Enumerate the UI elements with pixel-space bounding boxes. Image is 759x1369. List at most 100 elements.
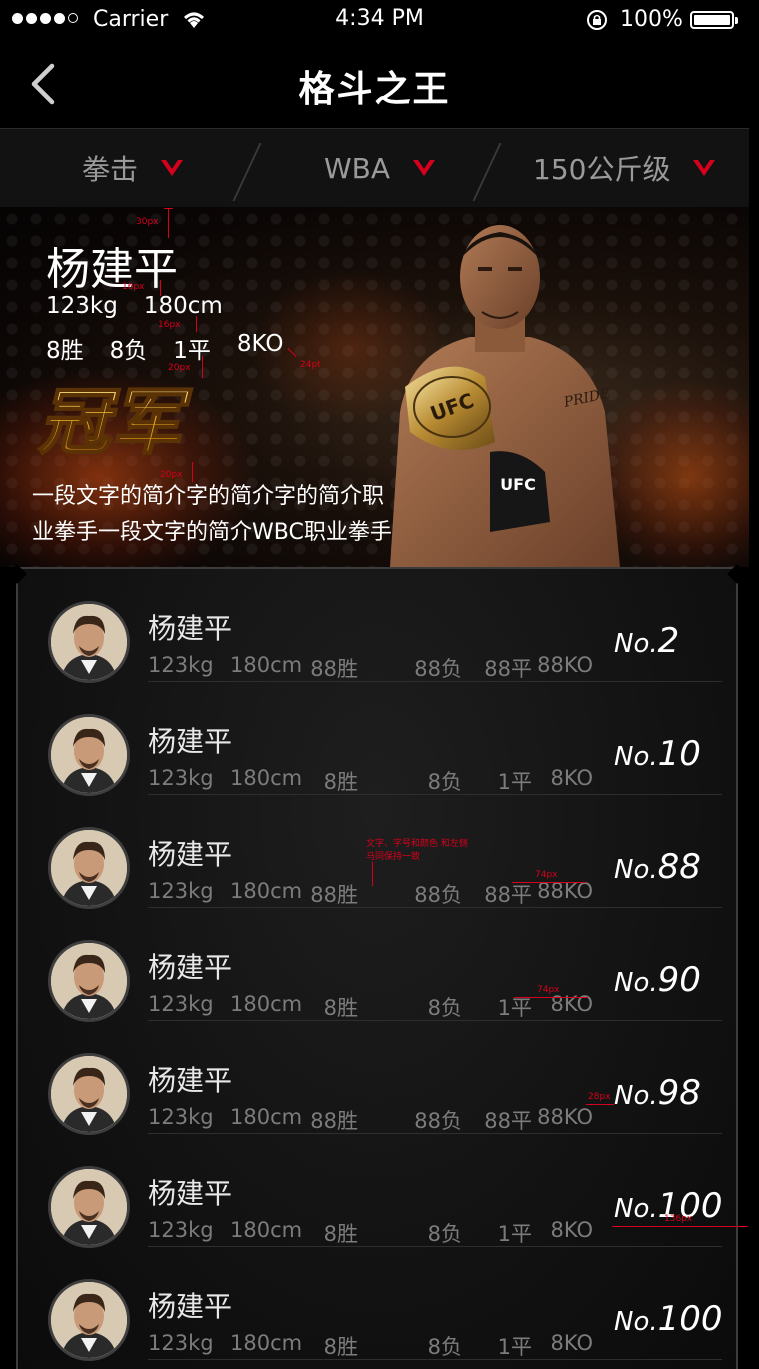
- fighter-height: 180cm: [230, 653, 303, 677]
- fighter-name: 杨建平: [148, 838, 233, 871]
- champion-badge: 冠军: [37, 379, 194, 463]
- divider: [232, 143, 262, 201]
- fighter-wins: 8胜: [323, 1222, 358, 1246]
- fighter-losses: 88负: [414, 883, 462, 907]
- rotation-lock-icon: [587, 10, 607, 30]
- rank-label: No.100: [614, 1299, 723, 1339]
- ufc-logo: UFC: [500, 475, 536, 494]
- rank-number: 2: [657, 621, 680, 661]
- chevron-down-icon: [693, 160, 716, 176]
- svg-text:冠军: 冠军: [38, 380, 193, 463]
- fighter-wins: 88胜: [310, 1109, 358, 1133]
- fighter-draws: 88平: [484, 883, 532, 907]
- annotation-label: 74px: [535, 870, 558, 880]
- avatar: [48, 601, 130, 683]
- fighter-draws: 1平: [497, 770, 532, 794]
- champion-losses: 8负: [109, 338, 148, 364]
- page-title: 格斗之王: [298, 69, 451, 110]
- filter-sport-label: 拳击: [82, 153, 139, 186]
- fighter-height: 180cm: [230, 879, 303, 903]
- rank-number: 88: [657, 847, 701, 887]
- battery-percent: 100%: [620, 7, 683, 32]
- rank-label: No.98: [614, 1073, 701, 1113]
- filter-sport[interactable]: 拳击: [82, 129, 184, 207]
- nav-bar: 格斗之王: [0, 40, 749, 129]
- ranking-row[interactable]: 杨建平 123kg 180cm 8胜 8负 1平 8KO No.90: [18, 908, 736, 1022]
- rank-prefix: No.: [614, 1081, 658, 1111]
- fighter-name: 杨建平: [148, 1177, 233, 1210]
- fighter-height: 180cm: [230, 992, 303, 1016]
- annotation-label: 24pt: [300, 360, 321, 370]
- fighter-losses: 8负: [427, 996, 462, 1020]
- fighter-ko: 8KO: [550, 992, 593, 1016]
- annotation-label: 16px: [158, 320, 181, 330]
- description-line: 一段文字的简介字的简介字的简介职: [32, 484, 385, 509]
- rank-label: No.10: [614, 734, 701, 774]
- avatar: [48, 1279, 130, 1361]
- fighter-weight: 123kg: [148, 1331, 214, 1355]
- filter-weight-class[interactable]: 150公斤级: [533, 129, 716, 207]
- champion-wins: 8胜: [46, 338, 84, 364]
- champion-description: 一段文字的简介字的简介字的简介职 业拳手一段文字的简介WBC职业拳手: [32, 479, 432, 551]
- rank-prefix: No.: [614, 855, 658, 885]
- fighter-weight: 123kg: [148, 992, 214, 1016]
- fighter-name: 杨建平: [148, 951, 233, 984]
- fighter-draws: 88平: [484, 1109, 532, 1133]
- fighter-wins: 8胜: [323, 996, 358, 1020]
- rank-number: 100: [657, 1299, 723, 1339]
- fighter-name: 杨建平: [148, 725, 233, 758]
- fighter-name: 杨建平: [148, 1290, 233, 1323]
- fighter-draws: 1平: [497, 1222, 532, 1246]
- rank-prefix: No.: [614, 629, 658, 659]
- rank-prefix: No.: [614, 1194, 658, 1224]
- fighter-name: 杨建平: [148, 1064, 233, 1097]
- rank-prefix: No.: [614, 742, 658, 772]
- fighter-ko: 8KO: [550, 1331, 593, 1355]
- fighter-ko: 88KO: [537, 653, 593, 677]
- fighter-wins: 88胜: [310, 883, 358, 907]
- annotation-label: 74px: [537, 985, 560, 995]
- fighter-losses: 8负: [427, 1335, 462, 1359]
- filter-weight-class-label: 150公斤级: [533, 153, 671, 186]
- fighter-losses: 88负: [414, 657, 462, 681]
- rank-prefix: No.: [614, 968, 658, 998]
- ranking-row[interactable]: 杨建平 123kg 180cm 8胜 8负 1平 8KO No.10: [18, 682, 736, 796]
- battery-icon: [690, 11, 738, 29]
- fighter-weight: 123kg: [148, 766, 214, 790]
- rank-label: No.88: [614, 847, 701, 887]
- fighter-wins: 88胜: [310, 657, 358, 681]
- champion-banner[interactable]: UFC UFC PRIDE 杨建平 123kg 180cm 8胜 8负 1平 8…: [0, 207, 749, 567]
- fighter-height: 180cm: [230, 1105, 303, 1129]
- avatar: [48, 827, 130, 909]
- annotation-label: 20px: [160, 470, 183, 480]
- ranking-row[interactable]: 杨建平 123kg 180cm 8胜 8负 1平 8KO No.100: [18, 1247, 736, 1361]
- chevron-down-icon: [413, 160, 436, 176]
- fighter-height: 180cm: [230, 1218, 303, 1242]
- row-divider: [148, 1359, 722, 1360]
- rank-prefix: No.: [614, 1307, 658, 1337]
- fighter-losses: 8负: [427, 1222, 462, 1246]
- fighter-losses: 8负: [427, 770, 462, 794]
- fighter-ko: 8KO: [550, 1218, 593, 1242]
- rank-number: 90: [657, 960, 701, 1000]
- annotation-note: 文字、字号和颜色 和左侧: [366, 839, 468, 849]
- champion-ko: 8KO: [236, 331, 284, 357]
- avatar: [48, 1053, 130, 1135]
- fighter-weight: 123kg: [148, 1105, 214, 1129]
- filter-organization[interactable]: WBA: [324, 129, 436, 207]
- fighter-name: 杨建平: [148, 612, 233, 645]
- annotation-label: 16px: [122, 282, 145, 292]
- divider: [472, 143, 502, 201]
- avatar: [48, 940, 130, 1022]
- annotation-label: 20px: [168, 363, 191, 373]
- ranking-row[interactable]: 杨建平 123kg 180cm 8胜 8负 1平 8KO No.100: [18, 1134, 736, 1248]
- champion-height: 180cm: [143, 293, 223, 319]
- champion-draws: 1平: [173, 338, 211, 364]
- ranking-row[interactable]: 杨建平 123kg 180cm 88胜 88负 88平 88KO No.98: [18, 1021, 736, 1135]
- fighter-height: 180cm: [230, 1331, 303, 1355]
- champion-record: 8胜 8负 1平 8KO: [46, 331, 283, 365]
- status-bar: Carrier 4:34 PM 100%: [0, 0, 759, 40]
- description-line: 业拳手一段文字的简介WBC职业拳手: [32, 520, 392, 545]
- annotation-label: 136px: [664, 1214, 693, 1224]
- ranking-row[interactable]: 杨建平 123kg 180cm 88胜 88负 88平 88KO No.2: [18, 569, 736, 683]
